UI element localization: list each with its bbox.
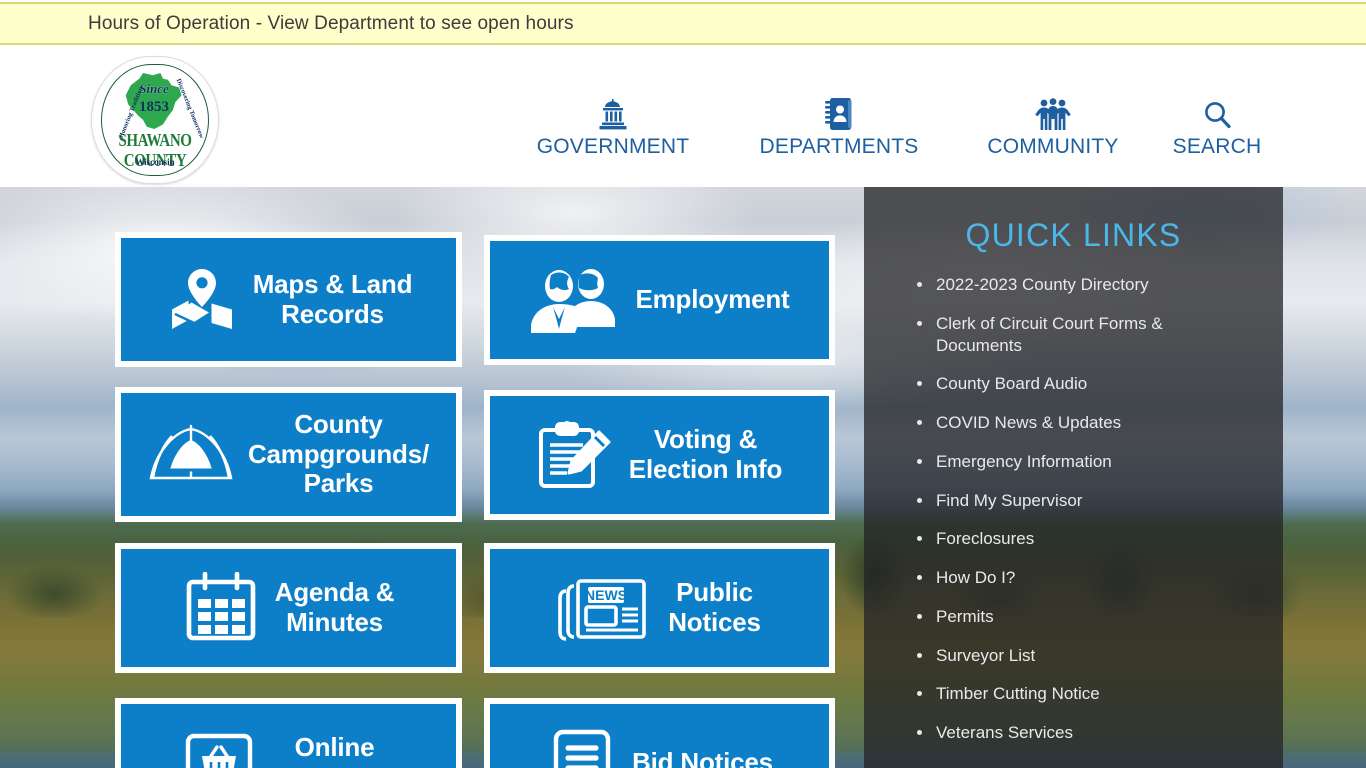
logo-state-text: Wisconsin xyxy=(135,157,175,167)
quick-link-item[interactable]: How Do I? xyxy=(914,567,1234,589)
shopping-basket-icon xyxy=(182,726,260,768)
tile-label-county-campgrounds-parks: County Campgrounds/ Parks xyxy=(247,409,430,499)
calendar-icon xyxy=(183,571,261,645)
newspaper-news-label: NEWS xyxy=(585,587,627,603)
quick-link-item[interactable]: Timber Cutting Notice xyxy=(914,683,1234,705)
nav-item-departments[interactable]: DEPARTMENTS xyxy=(726,97,952,159)
tile-voting-election-info[interactable]: Voting & Election Info xyxy=(484,390,835,520)
clipboard-pencil-icon xyxy=(537,418,615,492)
tile-employment[interactable]: Employment xyxy=(484,235,835,365)
newspaper-icon: NEWS xyxy=(558,571,654,645)
nav-label-government: GOVERNMENT xyxy=(536,135,690,158)
nav-label-search: SEARCH xyxy=(1172,135,1262,158)
nav-item-government[interactable]: GOVERNMENT xyxy=(500,97,726,159)
tile-label-public-notices: Public Notices xyxy=(668,577,761,637)
courthouse-icon xyxy=(500,97,726,131)
tile-county-campgrounds-parks[interactable]: County Campgrounds/ Parks xyxy=(115,387,462,522)
nav-label-community: COMMUNITY xyxy=(987,135,1119,158)
alert-banner: Hours of Operation - View Department to … xyxy=(0,2,1366,45)
tile-online-payments[interactable]: Online Payments xyxy=(115,698,462,768)
quick-link-item[interactable]: Clerk of Circuit Court Forms & Documents xyxy=(914,313,1234,357)
alert-banner-text: Hours of Operation - View Department to … xyxy=(88,12,574,34)
tile-label-employment: Employment xyxy=(635,284,790,315)
quick-link-item[interactable]: Find My Supervisor xyxy=(914,490,1234,512)
tile-bid-notices[interactable]: Bid Notices xyxy=(484,698,835,768)
nav-label-departments: DEPARTMENTS xyxy=(759,135,919,158)
quick-link-item[interactable]: Foreclosures xyxy=(914,528,1234,550)
quick-links-list: 2022-2023 County Directory Clerk of Circu… xyxy=(914,274,1234,744)
document-icon xyxy=(546,726,618,768)
quick-links-title: QUICK LINKS xyxy=(965,217,1182,253)
address-book-icon xyxy=(726,97,952,131)
tile-label-voting-election-info: Voting & Election Info xyxy=(628,424,783,484)
site-header: Since 1853 SHAWANO COUNTY Wisconsin Hono… xyxy=(0,47,1366,187)
quick-link-item[interactable]: Veterans Services xyxy=(914,722,1234,744)
tile-label-online-payments: Online Payments xyxy=(274,732,395,768)
quick-link-item[interactable]: Surveyor List xyxy=(914,645,1234,667)
quick-link-item[interactable]: 2022-2023 County Directory xyxy=(914,274,1234,296)
quick-link-item[interactable]: County Board Audio xyxy=(914,373,1234,395)
quick-links-panel: QUICK LINKS 2022-2023 County Directory Cl… xyxy=(864,187,1283,768)
main-navigation: GOVERNMENT DEPARTMENTS COMMUNITY SEARCH xyxy=(500,97,1300,177)
logo-oval: Since 1853 SHAWANO COUNTY Wisconsin Hono… xyxy=(92,57,218,183)
two-people-icon xyxy=(529,263,621,337)
shawano-county-logo[interactable]: Since 1853 SHAWANO COUNTY Wisconsin Hono… xyxy=(92,57,218,183)
tile-label-agenda-minutes: Agenda & Minutes xyxy=(274,577,395,637)
map-pin-icon xyxy=(165,263,239,337)
tile-agenda-minutes[interactable]: Agenda & Minutes xyxy=(115,543,462,673)
people-group-icon xyxy=(940,97,1166,131)
tile-public-notices[interactable]: NEWS Public Notices xyxy=(484,543,835,673)
search-icon xyxy=(1134,97,1300,131)
nav-item-search[interactable]: SEARCH xyxy=(1134,97,1300,159)
tile-label-bid-notices: Bid Notices xyxy=(632,747,773,768)
nav-item-community[interactable]: COMMUNITY xyxy=(940,97,1166,159)
tile-label-maps-land-records: Maps & Land Records xyxy=(252,268,413,329)
tile-maps-land-records[interactable]: Maps & Land Records xyxy=(115,232,462,367)
quick-link-item[interactable]: COVID News & Updates xyxy=(914,412,1234,434)
quick-link-item[interactable]: Permits xyxy=(914,606,1234,628)
quick-link-item[interactable]: Emergency Information xyxy=(914,451,1234,473)
tent-icon xyxy=(148,418,234,492)
